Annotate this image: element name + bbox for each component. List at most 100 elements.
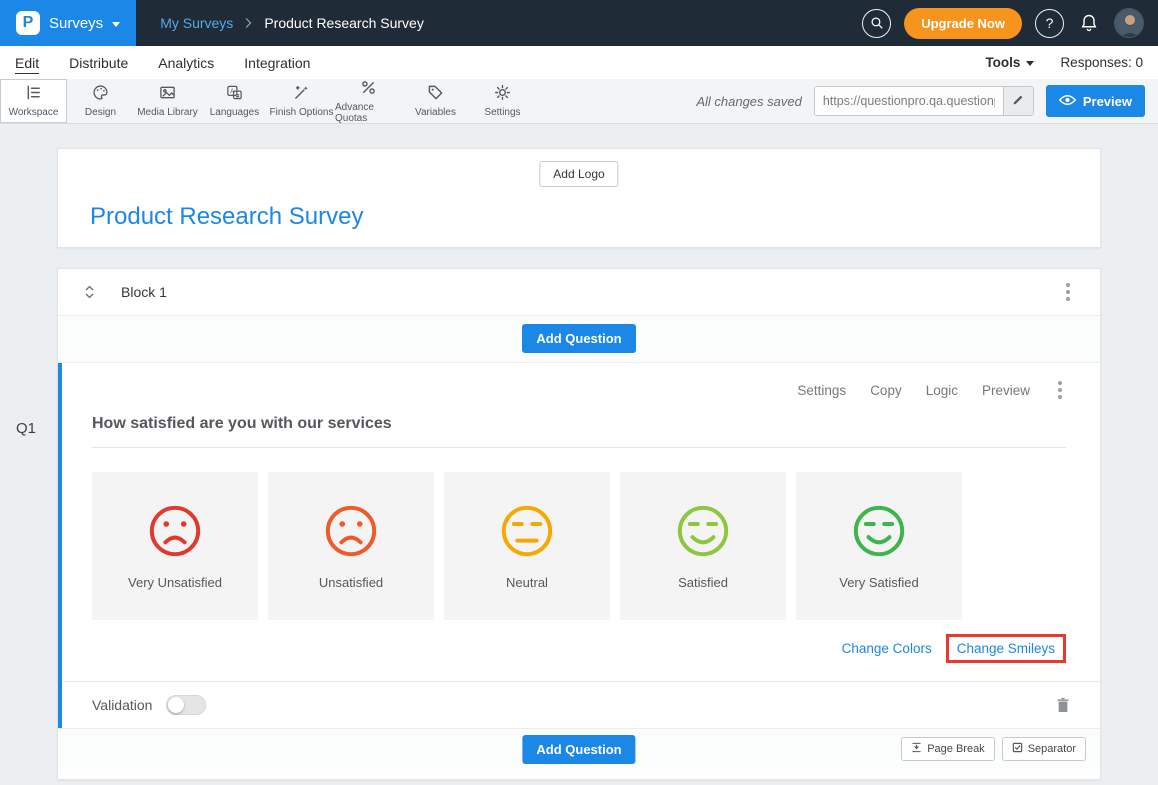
breadcrumb: My Surveys Product Research Survey <box>160 15 424 31</box>
toolbar-item-label: Languages <box>210 107 260 118</box>
add-logo-button[interactable]: Add Logo <box>539 161 618 187</box>
breadcrumb-my-surveys[interactable]: My Surveys <box>160 15 233 31</box>
chevron-down-icon <box>112 22 120 27</box>
question-actions: Settings Copy Logic Preview <box>92 377 1066 403</box>
pencil-icon <box>1012 93 1025 109</box>
toolbar-item-design[interactable]: Design <box>67 79 134 123</box>
page-break-button[interactable]: Page Break <box>901 737 994 761</box>
rating-option-neutral[interactable]: Neutral <box>444 472 610 620</box>
questionpro-logo: P <box>16 11 40 35</box>
footer-right-buttons: Page Break Separator <box>901 737 1086 761</box>
responses-count[interactable]: Responses: 0 <box>1060 55 1143 70</box>
rating-option-very-unsatisfied[interactable]: Very Unsatisfied <box>92 472 258 620</box>
image-icon <box>159 84 176 104</box>
question-container: Settings Copy Logic Preview How satisfie… <box>58 363 1100 728</box>
product-switcher[interactable]: P Surveys <box>0 0 136 46</box>
chevron-right-icon <box>245 15 252 31</box>
question-settings-link[interactable]: Settings <box>797 383 846 398</box>
notifications-bell-icon[interactable] <box>1077 9 1101 38</box>
toolbar-item-finish-options[interactable]: Finish Options <box>268 79 335 123</box>
chevron-down-icon <box>1026 61 1034 66</box>
toolbar-item-label: Workspace <box>9 107 59 118</box>
toolbar-item-languages[interactable]: A Languages <box>201 79 268 123</box>
frown-face-icon <box>147 503 203 559</box>
tabs-bar-right: Tools Responses: 0 <box>985 55 1143 70</box>
preview-button[interactable]: Preview <box>1046 85 1145 117</box>
gear-icon <box>494 84 511 104</box>
translate-icon: A <box>226 84 243 104</box>
toolbar-item-label: Media Library <box>137 107 198 118</box>
collapse-block-icon[interactable] <box>84 285 95 299</box>
neutral-face-icon <box>499 503 555 559</box>
rating-option-satisfied[interactable]: Satisfied <box>620 472 786 620</box>
toolbar-item-label: Finish Options <box>270 107 334 118</box>
block-card-bottom-padding <box>58 769 1100 779</box>
toolbar-item-variables[interactable]: Variables <box>402 79 469 123</box>
add-question-button-top[interactable]: Add Question <box>522 324 635 353</box>
question-text[interactable]: How satisfied are you with our services <box>92 415 1066 448</box>
upgrade-now-button[interactable]: Upgrade Now <box>904 8 1022 39</box>
rating-option-unsatisfied[interactable]: Unsatisfied <box>268 472 434 620</box>
toolbar-item-label: Variables <box>415 107 456 118</box>
frown-face-icon <box>323 503 379 559</box>
percent-icon <box>360 79 377 99</box>
survey-header-card: Add Logo Product Research Survey <box>57 148 1101 248</box>
block-footer: Add Question Page Break Separator <box>58 728 1100 769</box>
tools-menu[interactable]: Tools <box>985 55 1034 70</box>
validation-toggle[interactable] <box>166 695 206 715</box>
change-smileys-highlight-box: Change Smileys <box>946 634 1066 663</box>
add-question-button-bottom[interactable]: Add Question <box>522 735 635 764</box>
block-menu-icon[interactable] <box>1062 279 1074 305</box>
toolbar-item-settings[interactable]: Settings <box>469 79 536 123</box>
tab-integration[interactable]: Integration <box>244 55 310 71</box>
toolbar-right: All changes saved Preview <box>696 79 1158 123</box>
search-icon[interactable] <box>862 9 891 38</box>
toolbar-item-advance-quotas[interactable]: Advance Quotas <box>335 79 402 123</box>
tab-distribute[interactable]: Distribute <box>69 55 128 71</box>
editor-toolbar: Workspace Design Media Library A Languag… <box>0 79 1158 124</box>
toolbar-item-media-library[interactable]: Media Library <box>134 79 201 123</box>
smiley-config-links: Change Colors Change Smileys <box>92 634 1066 663</box>
rating-option-label: Satisfied <box>678 575 728 590</box>
tab-analytics[interactable]: Analytics <box>158 55 214 71</box>
change-colors-link[interactable]: Change Colors <box>842 641 932 656</box>
user-avatar[interactable] <box>1114 8 1144 38</box>
preview-button-label: Preview <box>1083 94 1132 109</box>
toolbar-item-workspace[interactable]: Workspace <box>0 79 67 123</box>
change-smileys-link[interactable]: Change Smileys <box>957 641 1055 656</box>
separator-button[interactable]: Separator <box>1002 737 1086 761</box>
workspace-icon <box>25 84 42 104</box>
product-menu-label: Surveys <box>49 15 103 32</box>
topbar-actions: Upgrade Now ? <box>862 8 1158 39</box>
validation-label: Validation <box>92 697 152 713</box>
eye-icon <box>1059 94 1076 109</box>
block-card: Block 1 Add Question Settings Copy Logic… <box>57 268 1101 780</box>
edit-url-button[interactable] <box>1003 87 1033 115</box>
toolbar-item-label: Settings <box>484 107 520 118</box>
survey-url-input[interactable] <box>815 87 1003 115</box>
help-icon[interactable]: ? <box>1035 9 1064 38</box>
tools-menu-label: Tools <box>985 55 1020 70</box>
separator-label: Separator <box>1028 743 1076 755</box>
smile-face-icon <box>851 503 907 559</box>
question-menu-icon[interactable] <box>1054 377 1066 403</box>
rating-option-very-satisfied[interactable]: Very Satisfied <box>796 472 962 620</box>
page-break-icon <box>911 742 922 756</box>
toolbar-item-label: Design <box>85 107 116 118</box>
page-break-label: Page Break <box>927 743 984 755</box>
question-preview-link[interactable]: Preview <box>982 383 1030 398</box>
checkbox-check-icon <box>1012 742 1023 756</box>
editor-canvas: Q1 Add Logo Product Research Survey Bloc… <box>0 124 1158 785</box>
delete-question-trash-icon[interactable] <box>1056 697 1070 713</box>
survey-title[interactable]: Product Research Survey <box>90 203 363 231</box>
rating-option-label: Neutral <box>506 575 548 590</box>
block-title[interactable]: Block 1 <box>121 284 167 300</box>
question-logic-link[interactable]: Logic <box>926 383 958 398</box>
validation-row: Validation <box>62 681 1100 728</box>
add-question-row-top: Add Question <box>58 316 1100 363</box>
rating-option-label: Very Satisfied <box>839 575 919 590</box>
tab-edit[interactable]: Edit <box>15 55 39 71</box>
smile-face-icon <box>675 503 731 559</box>
palette-icon <box>92 84 109 104</box>
question-copy-link[interactable]: Copy <box>870 383 902 398</box>
